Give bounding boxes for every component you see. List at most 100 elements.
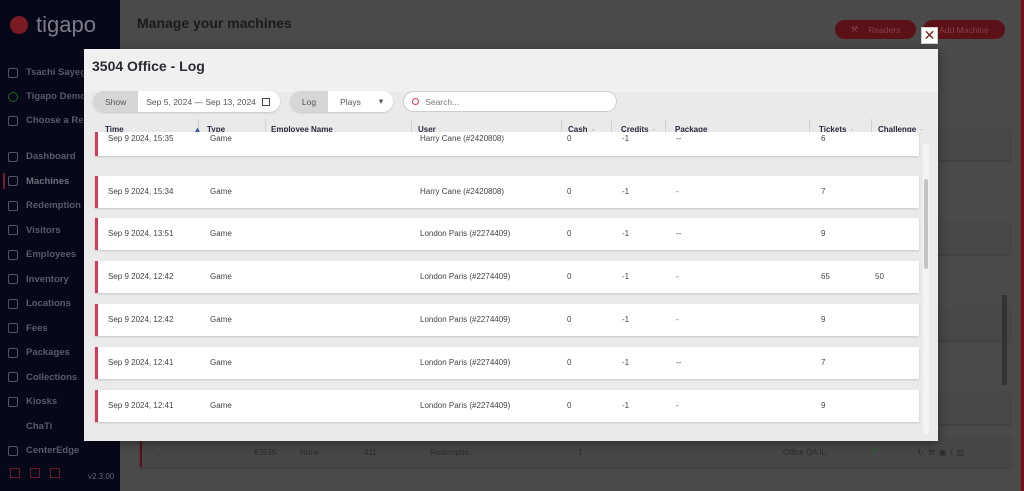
table-row[interactable]: Sep 9 2024, 12:41 Game London Paris (#2274…: [95, 347, 919, 379]
page-scrollbar[interactable]: [1002, 295, 1007, 385]
bottom-icons: [10, 468, 60, 478]
cell-time: Sep 9 2024, 15:34: [108, 187, 174, 196]
packages-icon: [8, 347, 18, 358]
sidebar-item-packages[interactable]: Packages: [8, 347, 70, 358]
org-name: Tigapo Demo: [26, 91, 86, 102]
sidebar-item-label: ChaTi: [26, 420, 53, 432]
store-icon[interactable]: [10, 468, 20, 478]
log-type-select[interactable]: Log Plays ▾: [289, 91, 394, 112]
user-profile[interactable]: Tsachi Sayeg: [8, 67, 86, 78]
chevron-down-icon: ▾: [378, 96, 384, 106]
sidebar-item-kiosks[interactable]: Kiosks: [8, 396, 57, 407]
date-range-value: Sep 5, 2024 — Sep 13, 2024: [146, 96, 256, 107]
table-row[interactable]: Sep 9 2024, 13:51 Game London Paris (#2274…: [95, 218, 919, 250]
cell-cash: 0: [567, 401, 572, 410]
cell-tickets: 9: [821, 229, 826, 238]
user-icon: [8, 67, 18, 78]
choose-label: Choose a Res: [26, 115, 89, 126]
cell-time: Sep 9 2024, 13:51: [108, 229, 174, 238]
sidebar-item-dashboard[interactable]: Dashboard: [8, 151, 76, 162]
cell-type: Game: [210, 229, 232, 238]
cell-cash: 0: [567, 272, 572, 281]
inventory-icon: [8, 274, 18, 284]
cell-type: Game: [210, 272, 232, 281]
redemption-icon: [8, 200, 18, 211]
choose-resource[interactable]: Choose a Res: [8, 115, 89, 126]
sidebar-item-label: Employees: [26, 249, 77, 260]
locations-icon: [8, 298, 18, 309]
nfc-icon: [8, 115, 18, 126]
cell-credits: -1: [622, 315, 630, 324]
cell-package: -: [676, 187, 679, 196]
log-modal: ✕ 3504 Office - Log Show Sep 5, 2024 — S…: [84, 27, 938, 441]
cell-package: --: [676, 229, 682, 238]
readers-button[interactable]: ⚒ Readers: [835, 20, 916, 39]
sidebar-item-label: Machines: [26, 175, 70, 187]
cell-time: Sep 9 2024, 15:35: [108, 134, 174, 143]
megaphone-icon[interactable]: [50, 468, 60, 478]
visitors-icon: [8, 225, 18, 235]
scrollbar-thumb[interactable]: [924, 179, 928, 269]
cell-package: -: [676, 315, 679, 324]
cell-package: -: [676, 272, 679, 281]
centeredge-icon: [8, 445, 18, 456]
date-range-picker[interactable]: Show Sep 5, 2024 — Sep 13, 2024: [93, 91, 280, 112]
row-action-icons[interactable]: ↻⚒▣/▥: [917, 448, 968, 457]
sidebar-item-locations[interactable]: Locations: [8, 298, 71, 309]
table-row[interactable]: Sep 9 2024, 12:42 Game London Paris (#2274…: [95, 304, 919, 336]
cell-credits: -1: [622, 358, 630, 367]
alert-icon[interactable]: [30, 468, 40, 478]
cell-credits: -1: [622, 272, 630, 281]
close-button[interactable]: ✕: [921, 27, 938, 44]
cell-time: Sep 9 2024, 12:41: [108, 401, 174, 410]
cell-type: Game: [210, 358, 232, 367]
logo[interactable]: tigapo: [10, 12, 96, 38]
cell-tickets: 7: [821, 358, 826, 367]
sidebar-item-label: Redemption: [26, 200, 81, 211]
cell-user: London Paris (#2274409): [420, 229, 511, 238]
fees-icon: [8, 323, 18, 333]
table-row[interactable]: Sep 9 2024, 12:42 Game London Paris (#2274…: [95, 261, 919, 293]
sidebar-item-redemption[interactable]: Redemption: [8, 200, 81, 211]
sidebar-item-chati[interactable]: ChaTi: [8, 421, 52, 432]
cell-user: London Paris (#2274409): [420, 272, 511, 281]
cell-user: London Paris (#2274409): [420, 315, 511, 324]
modal-title: 3504 Office - Log: [92, 58, 205, 74]
cell-time: Sep 9 2024, 12:41: [108, 358, 174, 367]
cell-type: Game: [210, 315, 232, 324]
cell-user: London Paris (#2274409): [420, 358, 511, 367]
search-input[interactable]: Search...: [403, 91, 618, 112]
cell-qty: 1: [578, 447, 583, 457]
sidebar-item-visitors[interactable]: Visitors: [8, 225, 61, 236]
sidebar-item-label: CenterEdge: [26, 445, 80, 456]
cell-cash: 0: [567, 229, 572, 238]
org-switch[interactable]: Tigapo Demo: [8, 91, 86, 102]
table-row[interactable]: Sep 9 2024, 15:35 Game Harry Cane (#242080…: [95, 132, 919, 156]
sidebar-item-centeredge[interactable]: CenterEdge: [8, 445, 79, 456]
cell-tickets: 9: [821, 315, 826, 324]
sidebar-item-label: Inventory: [26, 273, 69, 285]
cell-cash: 0: [567, 134, 572, 143]
cell-num: 411: [364, 447, 377, 457]
table-row[interactable]: Sep 9 2024, 15:34 Game Harry Cane (#242080…: [95, 176, 919, 208]
table-row[interactable]: Sep 9 2024, 12:41 Game London Paris (#2274…: [95, 390, 919, 422]
cell-type: Game: [210, 134, 232, 143]
sidebar-item-inventory[interactable]: Inventory: [8, 274, 69, 285]
sort-icon: -: [920, 125, 923, 134]
employees-icon: [8, 249, 18, 260]
collections-icon: [8, 372, 18, 382]
check-icon: ✓: [870, 445, 880, 457]
kiosks-icon: [8, 396, 18, 407]
sidebar-item-machines[interactable]: Machines: [2, 172, 70, 189]
dashboard-icon: [8, 151, 18, 162]
cell-package: -: [676, 401, 679, 410]
modal-scrollbar[interactable]: [923, 144, 929, 434]
sidebar-item-fees[interactable]: Fees: [8, 323, 48, 334]
cell-tickets: 9: [821, 401, 826, 410]
sidebar-item-collections[interactable]: Collections: [8, 372, 77, 383]
cell-credits: -1: [622, 229, 630, 238]
sidebar-item-employees[interactable]: Employees: [8, 249, 76, 260]
search-placeholder: Search...: [425, 96, 460, 107]
machine-row[interactable]: ... 63535 None 411 Redemptio... 1 Office…: [140, 437, 1010, 467]
cell-time: Sep 9 2024, 12:42: [108, 315, 174, 324]
